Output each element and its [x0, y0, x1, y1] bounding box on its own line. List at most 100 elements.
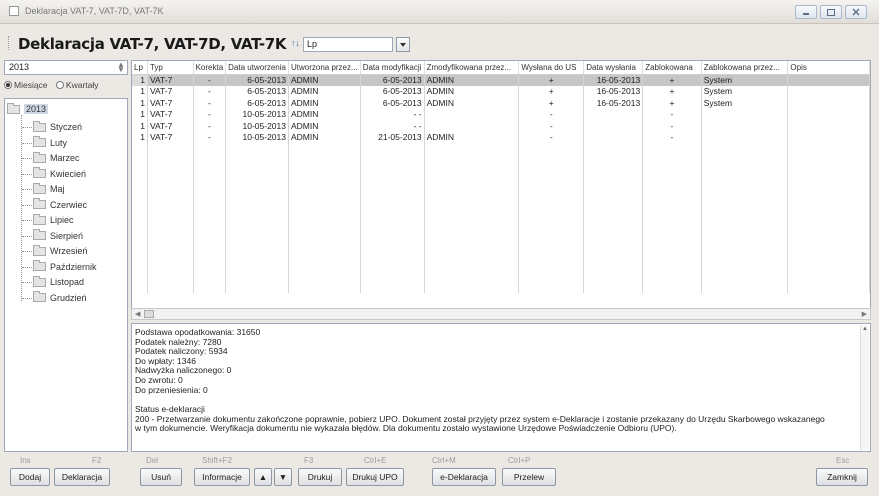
- column-header[interactable]: Wysłana do US: [518, 61, 585, 75]
- summary-line: Podatek naliczony: 5934: [135, 346, 228, 357]
- table-row[interactable]: 1 VAT-7-6-05-2013 ADMIN 6-05-2013 ADMIN +16-0…: [132, 74, 870, 86]
- tree-item-month[interactable]: Sierpień: [33, 228, 83, 244]
- table-cell: [193, 281, 227, 293]
- column-header[interactable]: Zablokowana przez...: [701, 61, 789, 75]
- empty-row: [132, 177, 870, 189]
- radio-months[interactable]: Miesiące: [4, 80, 48, 90]
- folder-icon: [33, 275, 46, 287]
- table-row[interactable]: 1 VAT-7-10-05-2013 ADMIN - ---: [132, 120, 870, 132]
- print-upo-button[interactable]: Drukuj UPO: [346, 468, 404, 486]
- print-button[interactable]: Drukuj: [298, 468, 342, 486]
- empty-row: [132, 189, 870, 201]
- table-cell: ADMIN: [288, 131, 361, 143]
- table-cell: [288, 235, 361, 247]
- table-cell: [147, 154, 194, 166]
- transfer-button[interactable]: Przelew: [502, 468, 556, 486]
- column-header[interactable]: Utworzona przez...: [288, 61, 361, 75]
- table-cell: [518, 212, 585, 224]
- table-cell: ADMIN: [424, 131, 520, 143]
- table-cell: 6-05-2013: [360, 74, 425, 86]
- table-cell: [701, 200, 789, 212]
- tree-item-month[interactable]: Czerwiec: [33, 197, 87, 213]
- tree-item-month[interactable]: Kwiecień: [33, 166, 86, 182]
- table-cell: [701, 143, 789, 155]
- column-header[interactable]: Zablokowana: [642, 61, 702, 75]
- folder-icon: [33, 229, 46, 240]
- empty-row: [132, 281, 870, 293]
- hotkey-label: Ctrl+P: [508, 456, 531, 465]
- table-cell: [360, 189, 425, 201]
- table-cell: [193, 258, 227, 270]
- table-row[interactable]: 1 VAT-7-6-05-2013 ADMIN 6-05-2013 ADMIN +16-0…: [132, 85, 870, 97]
- sort-icon: ↑↓: [291, 38, 300, 48]
- tree-item-month[interactable]: Październik: [33, 259, 97, 275]
- page-header: Deklaracja VAT-7, VAT-7D, VAT-7K ↑↓ Lp: [0, 24, 879, 60]
- close-window-button[interactable]: [845, 5, 867, 19]
- table-cell: [360, 177, 425, 189]
- column-header[interactable]: Typ: [147, 61, 194, 75]
- table-cell: 16-05-2013: [583, 97, 644, 109]
- table-cell: [787, 235, 870, 247]
- column-header[interactable]: Lp: [132, 61, 149, 75]
- table-horizontal-scrollbar[interactable]: ◀ ▶: [131, 308, 871, 320]
- column-header[interactable]: Data wysłania: [583, 61, 644, 75]
- tree-item-label: Maj: [50, 184, 65, 194]
- table-cell: [132, 269, 149, 281]
- table-cell: [787, 97, 870, 109]
- add-button[interactable]: Dodaj: [10, 468, 50, 486]
- hotkey-label: Ctrl+M: [432, 456, 456, 465]
- table-cell: [583, 223, 644, 235]
- table-cell: [583, 200, 644, 212]
- tree-item-month[interactable]: Maj: [33, 181, 65, 197]
- year-spinner[interactable]: ▲ ▼: [116, 61, 126, 74]
- table-cell: 6-05-2013: [225, 97, 289, 109]
- column-header[interactable]: Opis: [787, 61, 870, 75]
- table-cell: [787, 85, 870, 97]
- column-header[interactable]: Data utworzenia: [225, 61, 289, 75]
- table-cell: [583, 258, 644, 270]
- table-cell: [642, 166, 702, 178]
- table-cell: -: [642, 120, 702, 132]
- move-down-button[interactable]: ▼: [274, 468, 292, 486]
- hotkey-label: Del: [146, 456, 159, 465]
- tree-item-year[interactable]: 2013: [7, 101, 49, 117]
- table-cell: [787, 200, 870, 212]
- minimize-button[interactable]: [795, 5, 817, 19]
- table-header: Lp Typ Korekta Data utworzenia Utworzona prz…: [132, 61, 870, 75]
- table-row[interactable]: 1 VAT-7-10-05-2013 ADMIN 21-05-2013 ADMIN - -: [132, 131, 870, 143]
- declaration-button[interactable]: Deklaracja: [54, 468, 110, 486]
- empty-row: [132, 235, 870, 247]
- table-cell: [787, 223, 870, 235]
- scroll-right-icon[interactable]: ▶: [862, 310, 867, 318]
- column-header[interactable]: Data modyfikacji: [360, 61, 425, 75]
- radio-quarters[interactable]: Kwartały: [55, 80, 99, 90]
- folder-icon: [33, 120, 46, 132]
- delete-button[interactable]: Usuń: [140, 468, 182, 486]
- tree-item-month[interactable]: Listopad: [33, 274, 84, 290]
- tree-item-label: Styczeń: [50, 122, 83, 132]
- tree-item-month[interactable]: Marzec: [33, 150, 80, 166]
- sort-field-select[interactable]: Lp: [303, 37, 393, 52]
- table-cell: [225, 177, 289, 189]
- column-header[interactable]: Korekta: [193, 61, 227, 75]
- tree-item-month[interactable]: Wrzesień: [33, 243, 87, 259]
- sort-dropdown-button[interactable]: [396, 37, 410, 52]
- details-vertical-scrollbar[interactable]: ▲: [860, 325, 869, 450]
- hotkey-label: F3: [304, 456, 314, 465]
- table-cell: [787, 143, 870, 155]
- move-up-button[interactable]: ▲: [254, 468, 272, 486]
- close-button[interactable]: Zamknij: [816, 468, 868, 486]
- tree-item-month[interactable]: Styczeń: [33, 119, 82, 135]
- scroll-thumb[interactable]: [144, 310, 154, 318]
- info-button[interactable]: Informacje: [194, 468, 250, 486]
- scroll-left-icon[interactable]: ◀: [135, 310, 140, 318]
- column-header[interactable]: Zmodyfikowana przez...: [424, 61, 520, 75]
- year-input[interactable]: 2013 ▲ ▼: [4, 60, 128, 75]
- tree-item-month[interactable]: Lipiec: [33, 212, 74, 228]
- table-row[interactable]: 1 VAT-7-10-05-2013 ADMIN - ---: [132, 108, 870, 120]
- tree-item-month[interactable]: Grudzień: [33, 290, 87, 306]
- tree-item-month[interactable]: Luty: [33, 135, 67, 151]
- e-declaration-button[interactable]: e-Deklaracja: [432, 468, 496, 486]
- maximize-button[interactable]: [820, 5, 842, 19]
- table-row[interactable]: 1 VAT-7-6-05-2013 ADMIN 6-05-2013 ADMIN +16-0…: [132, 97, 870, 109]
